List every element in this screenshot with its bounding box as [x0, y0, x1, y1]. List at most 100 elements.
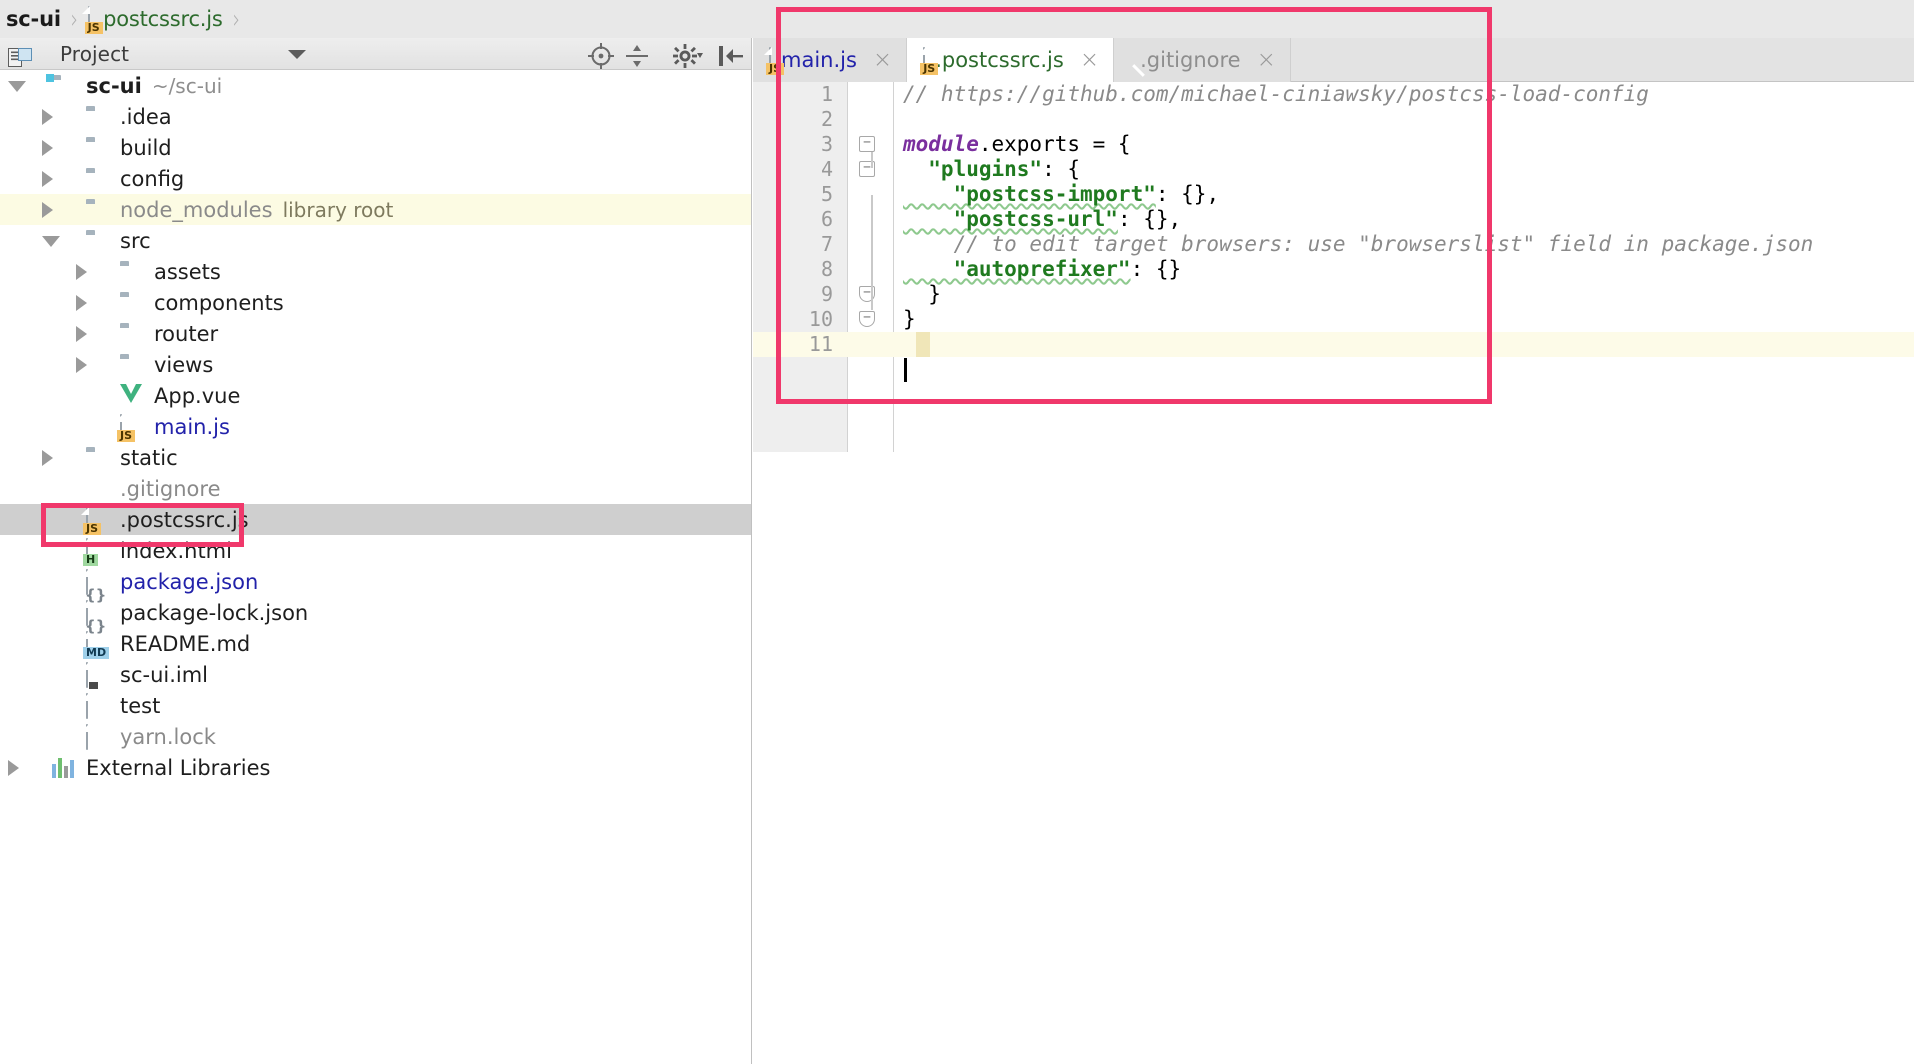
- tree-item-sc-ui-iml[interactable]: sc-ui.iml: [0, 659, 751, 690]
- tree-item-label: .postcssrc.js: [120, 507, 249, 532]
- editor-code-lines[interactable]: 1 // https://github.com/michael-ciniawsky…: [753, 82, 1914, 452]
- code-text: // to edit target browsers: use "browser…: [903, 232, 1814, 257]
- settings-gear-icon[interactable]: [672, 43, 704, 73]
- project-tree[interactable]: sc-ui ~/sc-ui .idea build config node_modules…: [0, 70, 751, 783]
- js-file-icon: JS: [84, 6, 103, 34]
- tree-item-static[interactable]: static: [0, 442, 751, 473]
- code-text: "postcss-url": {},: [903, 207, 1182, 232]
- locate-icon[interactable]: [588, 43, 614, 73]
- hide-panel-icon[interactable]: [717, 43, 745, 73]
- editor-tab-label: main.js: [781, 48, 857, 72]
- tree-item-label: .idea: [120, 104, 172, 129]
- tree-item-views[interactable]: views: [0, 349, 751, 380]
- code-token: }: [903, 282, 941, 306]
- external-libraries-icon: [52, 756, 76, 778]
- close-icon[interactable]: ×: [1257, 48, 1276, 72]
- code-line[interactable]: 10 −}: [753, 307, 1914, 332]
- code-text: }: [903, 307, 916, 332]
- editor-tab-postcssrc-js[interactable]: JS .postcssrc.js ×: [907, 38, 1115, 82]
- tree-item-sc-ui[interactable]: sc-ui ~/sc-ui: [0, 70, 751, 101]
- line-number: 9: [820, 282, 833, 306]
- tree-twisty-collapsed-icon[interactable]: [42, 450, 53, 466]
- line-number: 4: [820, 157, 833, 181]
- tree-item-app-vue[interactable]: App.vue: [0, 380, 751, 411]
- breadcrumb-file-label: .postcssrc.js: [96, 7, 223, 31]
- close-icon[interactable]: ×: [1080, 48, 1099, 72]
- tree-item-label: static: [120, 445, 178, 470]
- tree-item-readme-md[interactable]: MD README.md: [0, 628, 751, 659]
- fold-expanded-icon[interactable]: −: [859, 161, 875, 177]
- tree-twisty-collapsed-icon[interactable]: [42, 109, 53, 125]
- project-tool-window: Project sc-ui ~/sc-ui .idea build config…: [0, 38, 752, 1064]
- tree-twisty-collapsed-icon[interactable]: [76, 264, 87, 280]
- fold-connector-2: [871, 195, 873, 310]
- fold-end-icon[interactable]: −: [859, 286, 875, 302]
- tree-item-gitignore[interactable]: .gitignore: [0, 473, 751, 504]
- code-line[interactable]: 7 // to edit target browsers: use "brows…: [753, 232, 1914, 257]
- tree-twisty-collapsed-icon[interactable]: [76, 357, 87, 373]
- breadcrumb-item-project[interactable]: sc-ui: [0, 0, 63, 38]
- tree-item-label: main.js: [154, 414, 230, 439]
- editor-tab-label: .postcssrc.js: [935, 48, 1064, 72]
- code-line[interactable]: 8 "autoprefixer": {}: [753, 257, 1914, 282]
- tree-item-label: node_modules: [120, 197, 273, 222]
- breadcrumb-separator-icon: ›: [70, 3, 79, 35]
- breadcrumb-item-file[interactable]: JS .postcssrc.js: [82, 0, 225, 38]
- collapse-all-icon[interactable]: [624, 43, 650, 73]
- tree-twisty-expanded-icon[interactable]: [42, 236, 60, 247]
- code-line[interactable]: 3 − module.exports = {: [753, 132, 1914, 157]
- editor-tab-strip[interactable]: JS main.js × JS .postcssrc.js × .gitignore ×: [753, 38, 1914, 82]
- line-number: 11: [808, 332, 833, 356]
- selection-highlight: [916, 332, 930, 357]
- tree-item-package-json[interactable]: {} package.json: [0, 566, 751, 603]
- breadcrumb-separator-icon-2: ›: [232, 3, 240, 35]
- tree-twisty-collapsed-icon[interactable]: [42, 171, 53, 187]
- code-line[interactable]: 2: [753, 107, 1914, 132]
- tree-twisty-collapsed-icon[interactable]: [42, 202, 53, 218]
- chevron-down-icon[interactable]: [288, 50, 306, 59]
- project-panel-title: Project: [60, 41, 130, 66]
- tree-item-assets[interactable]: assets: [0, 256, 751, 287]
- tree-twisty-collapsed-icon[interactable]: [42, 140, 53, 156]
- line-number: 6: [820, 207, 833, 231]
- tree-twisty-collapsed-icon[interactable]: [8, 760, 19, 776]
- tree-item-test[interactable]: test: [0, 690, 751, 721]
- tree-item-label: package-lock.json: [120, 600, 309, 625]
- tree-item-label: test: [120, 693, 161, 718]
- tree-item-idea[interactable]: .idea: [0, 101, 751, 132]
- tree-item-main-js[interactable]: JS main.js: [0, 411, 751, 442]
- fold-end-icon[interactable]: −: [859, 311, 875, 327]
- tree-item-components[interactable]: components: [0, 287, 751, 318]
- code-line[interactable]: 9 − }: [753, 282, 1914, 307]
- tree-item-router[interactable]: router: [0, 318, 751, 349]
- editor-tab-main-js[interactable]: JS main.js ×: [753, 38, 908, 82]
- breadcrumb-project-label: sc-ui: [6, 7, 61, 31]
- code-line[interactable]: 5 "postcss-import": {},: [753, 182, 1914, 207]
- tree-twisty-collapsed-icon[interactable]: [76, 326, 87, 342]
- fold-expanded-icon[interactable]: −: [859, 136, 875, 152]
- fold-connector: [871, 152, 873, 168]
- tree-item-node-modules[interactable]: node_modules library root: [0, 194, 751, 225]
- editor-tab-gitignore[interactable]: .gitignore ×: [1114, 38, 1291, 82]
- tree-item-index-html[interactable]: Hindex.html: [0, 535, 751, 566]
- close-icon[interactable]: ×: [873, 48, 892, 72]
- tree-item-label: index.html: [120, 538, 232, 563]
- tree-item-postcssrc-js[interactable]: JS .postcssrc.js: [0, 504, 751, 535]
- code-line[interactable]: 4 − "plugins": {: [753, 157, 1914, 182]
- tree-item-external-libraries[interactable]: External Libraries: [0, 752, 751, 783]
- tree-twisty-expanded-icon[interactable]: [8, 81, 26, 92]
- tree-item-build[interactable]: build: [0, 132, 751, 163]
- code-line[interactable]: 6 "postcss-url": {},: [753, 207, 1914, 232]
- tree-item-yarn-lock[interactable]: yarn.lock: [0, 721, 751, 752]
- json-file-icon: {}: [85, 600, 106, 634]
- tree-item-src[interactable]: src: [0, 225, 751, 256]
- code-token: : {}: [1130, 257, 1182, 281]
- tree-item-package-lock-json[interactable]: {} package-lock.json: [0, 597, 751, 634]
- code-editor[interactable]: 1 // https://github.com/michael-ciniawsky…: [753, 82, 1914, 452]
- code-line[interactable]: 1 // https://github.com/michael-ciniawsky…: [753, 82, 1914, 107]
- tree-item-config[interactable]: config: [0, 163, 751, 194]
- code-token: : {: [1042, 157, 1081, 181]
- tree-twisty-collapsed-icon[interactable]: [76, 295, 87, 311]
- html-file-icon: H: [83, 538, 99, 566]
- md-file-icon: MD: [83, 631, 110, 659]
